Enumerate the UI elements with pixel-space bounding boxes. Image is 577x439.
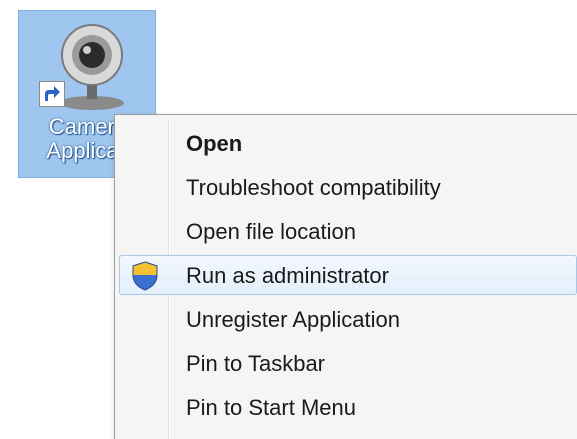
- menu-item-label: Troubleshoot compatibility: [186, 175, 441, 200]
- menu-item-open-file-location[interactable]: Open file location: [119, 211, 577, 251]
- menu-item-unregister-application[interactable]: Unregister Application: [119, 299, 577, 339]
- menu-item-pin-to-start-menu[interactable]: Pin to Start Menu: [119, 387, 577, 427]
- shortcut-arrow-icon: [39, 81, 65, 107]
- menu-item-label: Pin to Taskbar: [186, 351, 326, 376]
- menu-item-label: Open: [186, 131, 243, 156]
- menu-item-pin-to-taskbar[interactable]: Pin to Taskbar: [119, 343, 577, 383]
- menu-item-open[interactable]: Open: [119, 123, 577, 163]
- menu-item-run-as-administrator[interactable]: Run as administrator: [119, 255, 577, 295]
- context-menu: Open Troubleshoot compatibility Open fil…: [114, 114, 577, 439]
- menu-item-label: Open file location: [186, 219, 356, 244]
- menu-item-label: Run as administrator: [186, 263, 389, 288]
- menu-item-troubleshoot-compatibility[interactable]: Troubleshoot compatibility: [119, 167, 577, 207]
- desktop: Camera Applicati Open Troubleshoot compa…: [0, 0, 577, 439]
- menu-item-label: Unregister Application: [186, 307, 401, 332]
- menu-item-label: Pin to Start Menu: [186, 395, 356, 420]
- uac-shield-icon: [132, 261, 158, 291]
